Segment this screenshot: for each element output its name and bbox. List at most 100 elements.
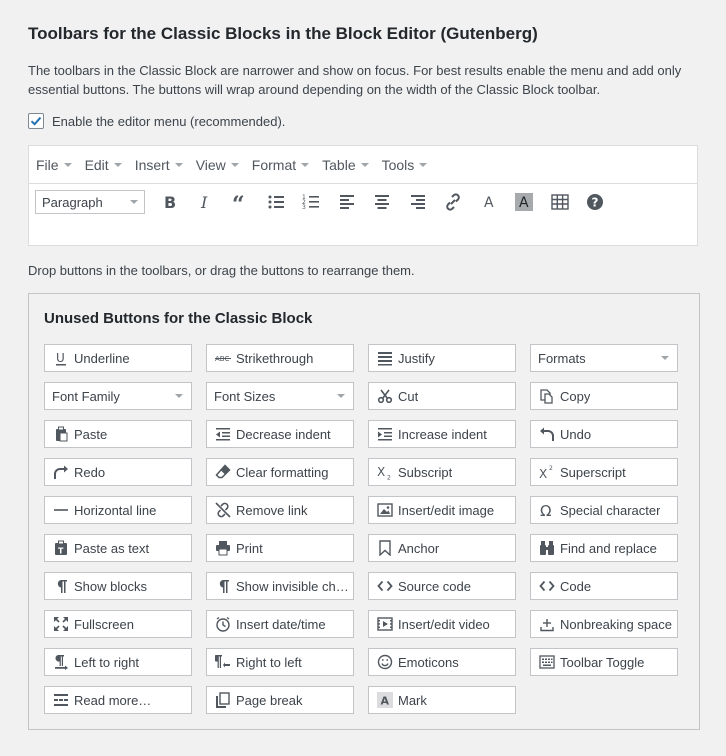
align-right-button[interactable] (402, 189, 434, 215)
menu-label: Format (251, 156, 297, 173)
superscript-button[interactable]: X 2 Superscript (530, 458, 678, 486)
font-family-select[interactable]: Font Family (44, 382, 192, 410)
strikethrough-icon: ABC (214, 350, 231, 367)
omega-icon: Ω (538, 502, 555, 519)
chevron-down-icon (419, 163, 428, 167)
nonbreaking-space-button[interactable]: Nonbreaking space (530, 610, 678, 638)
button-label: Toolbar Toggle (560, 654, 645, 670)
button-label: Mark (398, 692, 427, 708)
blockquote-button[interactable]: “ (224, 189, 256, 215)
menu-edit[interactable]: Edit (85, 157, 122, 173)
toolbar-toggle-button[interactable]: Toolbar Toggle (530, 648, 678, 676)
menu-label: Table (322, 156, 356, 173)
button-label: Nonbreaking space (560, 616, 673, 632)
bold-icon: B (164, 193, 176, 212)
menu-tools[interactable]: Tools (382, 157, 428, 173)
read-more-button[interactable]: Read more… (44, 686, 192, 714)
description-line-1: The toolbars in the Classic Block are na… (28, 63, 682, 78)
subscript-button[interactable]: X 2 Subscript (368, 458, 516, 486)
align-right-icon (410, 195, 425, 209)
decrease-indent-button[interactable]: Decrease indent (206, 420, 354, 448)
svg-text:A: A (484, 195, 494, 211)
link-button[interactable] (437, 189, 469, 215)
enable-menu-label[interactable]: Enable the editor menu (recommended). (52, 114, 285, 129)
page-break-button[interactable]: Page break (206, 686, 354, 714)
button-label: Show invisible chara… (236, 578, 353, 594)
editor-menu-option[interactable]: Enable the editor menu (recommended). (28, 113, 285, 129)
italic-button[interactable]: I (189, 189, 221, 215)
insert-date-time-button[interactable]: Insert date/time (206, 610, 354, 638)
insert-edit-video-button[interactable]: Insert/edit video (368, 610, 516, 638)
find-and-replace-button[interactable]: Find and replace (530, 534, 678, 562)
menu-table[interactable]: Table (322, 156, 369, 173)
anchor-button[interactable]: Anchor (368, 534, 516, 562)
remove-link-button[interactable]: Remove link (206, 496, 354, 524)
align-left-button[interactable] (331, 189, 363, 215)
background-color-icon: A (515, 193, 533, 211)
outdent-icon (214, 426, 231, 443)
menu-insert[interactable]: Insert (135, 157, 183, 173)
pilcrow-icon (52, 578, 69, 595)
pilcrow-icon (214, 578, 231, 595)
cut-icon (376, 388, 393, 405)
clear-formatting-button[interactable]: Clear formatting (206, 458, 354, 486)
source-code-button[interactable]: Source code (368, 572, 516, 600)
button-label: Formats (538, 350, 586, 366)
text-color-button[interactable]: A (473, 189, 505, 215)
enable-menu-checkbox[interactable] (28, 113, 44, 129)
button-label: Cut (398, 388, 419, 404)
editor-toolbar: Paragraph B I “ 123 A A ? (29, 184, 697, 220)
special-character-button[interactable]: Ω Special character (530, 496, 678, 524)
increase-indent-button[interactable]: Increase indent (368, 420, 516, 448)
bullet-list-button[interactable] (260, 189, 292, 215)
right-to-left-button[interactable]: Right to left (206, 648, 354, 676)
print-icon (214, 540, 231, 557)
paragraph-select[interactable]: Paragraph (35, 190, 145, 214)
svg-text:U: U (56, 351, 65, 365)
show-blocks-button[interactable]: Show blocks (44, 572, 192, 600)
print-button[interactable]: Print (206, 534, 354, 562)
show-invisible-chara-button[interactable]: Show invisible chara… (206, 572, 354, 600)
cut-button[interactable]: Cut (368, 382, 516, 410)
background-color-button[interactable]: A (508, 189, 540, 215)
copy-icon (538, 388, 555, 405)
copy-button[interactable]: Copy (530, 382, 678, 410)
undo-button[interactable]: Undo (530, 420, 678, 448)
menu-label: Insert (134, 156, 170, 173)
svg-text:X: X (539, 467, 547, 480)
paste-button[interactable]: Paste (44, 420, 192, 448)
chevron-down-icon (360, 163, 369, 167)
insert-edit-image-button[interactable]: Insert/edit image (368, 496, 516, 524)
svg-text:Ω: Ω (540, 502, 551, 518)
justify-button[interactable]: Justify (368, 344, 516, 372)
menu-format[interactable]: Format (251, 156, 310, 173)
fullscreen-button[interactable]: Fullscreen (44, 610, 192, 638)
checkmark-icon (30, 116, 42, 126)
emoticons-button[interactable]: Emoticons (368, 648, 516, 676)
strikethrough-button[interactable]: ABC Strikethrough (206, 344, 354, 372)
paste-as-text-button[interactable]: T Paste as text (44, 534, 192, 562)
horizontal-line-button[interactable]: Horizontal line (44, 496, 192, 524)
table-button[interactable] (544, 189, 576, 215)
keyboard-icon (538, 654, 555, 671)
menu-file[interactable]: File (36, 157, 72, 173)
mark-button[interactable]: A Mark (368, 686, 516, 714)
bold-button[interactable]: B (153, 189, 185, 215)
menu-view[interactable]: View (196, 157, 239, 173)
svg-text:A: A (380, 695, 389, 708)
align-center-button[interactable] (366, 189, 398, 215)
button-label: Undo (560, 426, 592, 442)
numbered-list-button[interactable]: 123 (295, 189, 327, 215)
code-button[interactable]: Code (530, 572, 678, 600)
formats-select[interactable]: Formats (530, 344, 678, 372)
left-to-right-button[interactable]: Left to right (44, 648, 192, 676)
svg-text:2: 2 (387, 475, 391, 481)
font-sizes-select[interactable]: Font Sizes (206, 382, 354, 410)
ltr-icon (52, 654, 69, 671)
button-label: Anchor (398, 540, 440, 556)
underline-button[interactable]: U Underline (44, 344, 192, 372)
smiley-icon (376, 654, 393, 671)
chevron-down-icon (301, 163, 310, 167)
help-button[interactable]: ? (579, 189, 611, 215)
redo-button[interactable]: Redo (44, 458, 192, 486)
